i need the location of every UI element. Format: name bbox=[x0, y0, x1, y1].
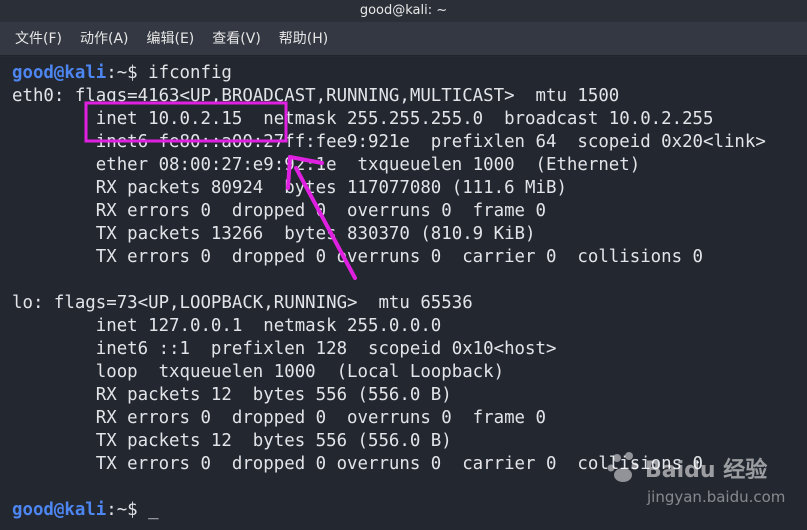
window-title: good@kali: ~ bbox=[0, 0, 807, 22]
prompt-user: good@kali bbox=[12, 63, 107, 83]
output-line: TX packets 12 bytes 556 (556.0 B) bbox=[12, 431, 452, 451]
prompt-line: good@kali:~$ _ bbox=[12, 499, 159, 522]
output-line: eth0: flags=4163<UP,BROADCAST,RUNNING,MU… bbox=[12, 86, 620, 106]
output-line: TX errors 0 dropped 0 overruns 0 carrier… bbox=[12, 454, 704, 474]
output-line: inet 127.0.0.1 netmask 255.0.0.0 bbox=[12, 316, 442, 336]
menu-help[interactable]: 帮助(H) bbox=[270, 22, 337, 56]
output-line: ether 08:00:27:e9:92:1e txqueuelen 1000 … bbox=[12, 155, 641, 175]
menu-edit[interactable]: 编辑(E) bbox=[138, 22, 204, 56]
menu-view[interactable]: 查看(V) bbox=[203, 22, 270, 56]
output-line: inet6 ::1 prefixlen 128 scopeid 0x10<hos… bbox=[12, 339, 557, 359]
prompt-path: :~$ bbox=[106, 500, 149, 520]
output-line: RX errors 0 dropped 0 overruns 0 frame 0 bbox=[12, 201, 546, 221]
terminal-area[interactable]: good@kali:~$ ifconfig eth0: flags=4163<U… bbox=[0, 57, 807, 530]
menu-bar: 文件(F) 动作(A) 编辑(E) 查看(V) 帮助(H) bbox=[0, 22, 807, 56]
output-line: RX packets 12 bytes 556 (556.0 B) bbox=[12, 385, 452, 405]
command-text: ifconfig bbox=[148, 63, 232, 83]
output-line: RX packets 80924 bytes 117077080 (111.6 … bbox=[12, 178, 567, 198]
output-line: TX packets 13266 bytes 830370 (810.9 KiB… bbox=[12, 224, 536, 244]
menu-action[interactable]: 动作(A) bbox=[71, 22, 138, 56]
output-line: inet6 fe80::a00:27ff:fee9:921e prefixlen… bbox=[12, 132, 766, 152]
prompt-path: :~$ bbox=[106, 63, 149, 83]
output-line: loop txqueuelen 1000 (Local Loopback) bbox=[12, 362, 505, 382]
output-line: lo: flags=73<UP,LOOPBACK,RUNNING> mtu 65… bbox=[12, 293, 473, 313]
prompt-user: good@kali bbox=[12, 500, 107, 520]
output-line: RX errors 0 dropped 0 overruns 0 frame 0 bbox=[12, 408, 546, 428]
prompt-line: good@kali:~$ ifconfig bbox=[12, 62, 232, 85]
menu-file[interactable]: 文件(F) bbox=[6, 22, 71, 56]
output-line: inet 10.0.2.15 netmask 255.255.255.0 bro… bbox=[12, 109, 714, 129]
output-line: TX errors 0 dropped 0 overruns 0 carrier… bbox=[12, 247, 704, 267]
cursor: _ bbox=[148, 500, 159, 520]
